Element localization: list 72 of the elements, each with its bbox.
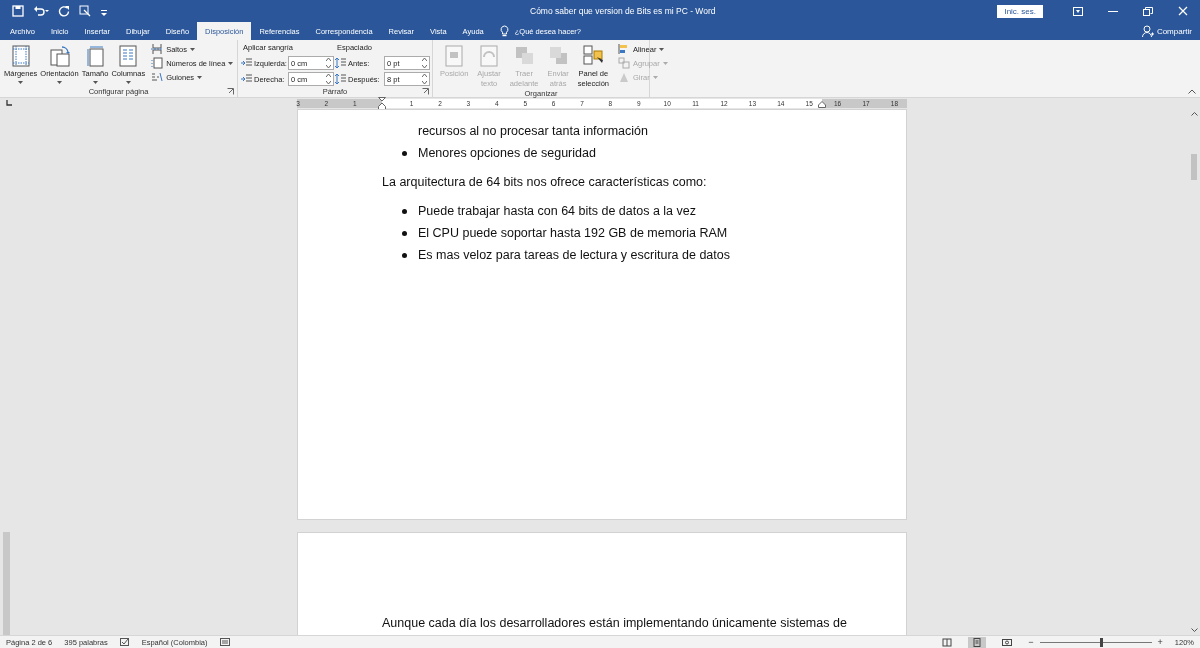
list-item-text: recursos al no procesar tanta información — [418, 124, 648, 138]
window-title: Cómo saber que version de Bits es mi PC - Word — [529, 6, 717, 16]
sign-in-button[interactable]: Inic. ses. — [997, 4, 1043, 18]
bullet-icon — [402, 252, 407, 258]
group-icon — [618, 57, 631, 69]
caret-icon — [190, 47, 196, 51]
bullet-icon — [402, 208, 407, 214]
proofing-icon[interactable] — [119, 638, 130, 646]
columns-icon — [118, 45, 139, 67]
restore-icon[interactable] — [1143, 6, 1153, 16]
touch-mode-icon[interactable] — [79, 5, 91, 17]
zoom-in-button[interactable]: + — [1157, 637, 1163, 647]
caret-icon — [197, 75, 203, 79]
collapse-ribbon-icon[interactable] — [1188, 89, 1196, 94]
view-button[interactable] — [968, 636, 987, 648]
indent-icon — [241, 58, 252, 68]
list-item-text: Puede trabajar hasta con 64 bits de datos a la vez — [418, 204, 696, 218]
hyphenation-icon — [151, 71, 164, 83]
margins-icon — [10, 45, 31, 67]
ribbon-display-icon[interactable] — [1073, 6, 1083, 16]
tab-selector-icon[interactable] — [5, 99, 13, 107]
paragraph-text: La arquitectura de 64 bits nos ofrece características como: — [381, 174, 708, 191]
position-icon — [444, 45, 465, 67]
caret-icon — [18, 81, 24, 84]
caret-icon — [228, 61, 234, 65]
bullet-icon — [402, 150, 407, 156]
dialog-launcher-icon[interactable] — [422, 88, 429, 95]
spacing-icon — [335, 74, 346, 84]
list-item-text: Es mas veloz para tareas de lectura y escritura de datos — [418, 248, 730, 262]
read-mode-icon — [942, 637, 953, 647]
bullet-icon — [402, 230, 407, 236]
indent-marker-icon[interactable] — [378, 97, 386, 111]
close-icon[interactable] — [1178, 6, 1188, 16]
scroll-up-icon[interactable] — [1190, 112, 1198, 116]
caret-icon — [662, 61, 668, 65]
spacing-icon — [335, 58, 346, 68]
send-backward-icon — [548, 45, 569, 67]
print-layout-icon — [972, 637, 983, 647]
list-item-text: Menores opciones de seguridad — [418, 146, 596, 160]
zoom-slider-thumb[interactable] — [1100, 637, 1104, 647]
save-icon[interactable] — [12, 5, 24, 17]
spin-arrows-icon — [326, 73, 331, 85]
web-layout-icon — [1002, 637, 1013, 647]
lightbulb-icon — [499, 25, 509, 37]
rotate-icon — [618, 71, 631, 83]
orientation-icon — [49, 45, 70, 67]
dialog-launcher-icon[interactable] — [227, 88, 234, 95]
page-size-icon — [85, 45, 106, 67]
caret-icon — [92, 81, 98, 84]
caret-icon — [652, 75, 658, 79]
list-item-text: El CPU puede soportar hasta 192 GB de memoria RAM — [418, 226, 728, 240]
undo-icon[interactable] — [33, 5, 49, 17]
line-numbers-icon — [151, 57, 164, 69]
indent-icon — [241, 74, 252, 84]
caret-icon — [659, 47, 665, 51]
scrollbar-thumb[interactable] — [1191, 154, 1197, 180]
caret-icon — [57, 81, 63, 84]
macro-icon[interactable] — [219, 638, 230, 646]
spin-arrows-icon — [422, 57, 427, 69]
spin-arrows-icon — [422, 73, 427, 85]
zoom-out-button[interactable]: − — [1028, 637, 1034, 647]
scroll-down-icon[interactable] — [1190, 628, 1198, 632]
wrap-text-icon — [479, 45, 500, 67]
caret-icon — [125, 81, 131, 84]
bring-forward-icon — [514, 45, 535, 67]
spin-arrows-icon — [326, 57, 331, 69]
person-icon — [1141, 25, 1154, 37]
redo-icon[interactable] — [58, 5, 70, 17]
share-button[interactable]: Compartir — [1141, 22, 1192, 40]
paragraph-text: Aunque cada día los desarrolladores están implementando únicamente sistemas de — [381, 615, 848, 632]
breaks-icon — [151, 43, 164, 55]
selection-pane-icon — [583, 45, 604, 67]
